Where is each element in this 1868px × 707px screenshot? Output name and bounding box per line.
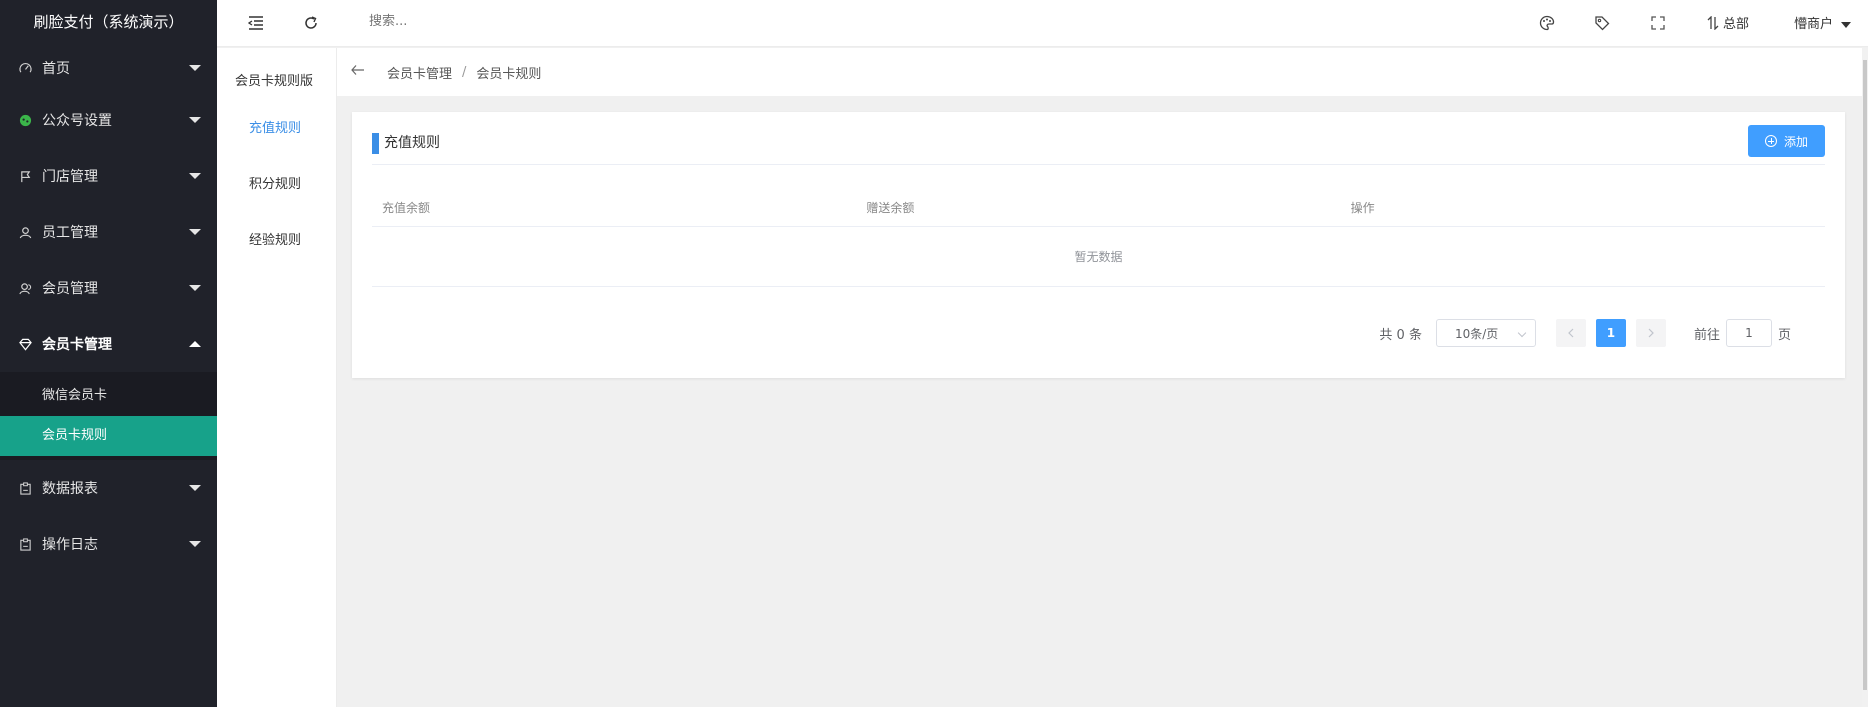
pagination: 共 0 条 10条/页 1 前往 页 bbox=[1379, 319, 1791, 347]
hq-switch[interactable]: 总部 bbox=[1723, 13, 1749, 32]
breadcrumb-current: 会员卡规则 bbox=[476, 66, 542, 82]
sidebar-item-home[interactable]: 首页 bbox=[0, 44, 217, 92]
sidebar-item-wechat-settings[interactable]: 公众号设置 bbox=[0, 92, 217, 148]
sidebar-item-label: 会员卡管理 bbox=[42, 337, 112, 353]
table-header: 充值余额 赠送余额 操作 bbox=[372, 189, 1825, 227]
sidebar-item-label: 员工管理 bbox=[42, 225, 98, 241]
submenu-item-wechat-card[interactable]: 微信会员卡 bbox=[0, 376, 217, 416]
empty-state: 暂无数据 bbox=[372, 227, 1825, 287]
column-header: 赠送余额 bbox=[866, 201, 915, 215]
goto-page-input[interactable] bbox=[1725, 319, 1772, 347]
sidebar-item-members[interactable]: 会员管理 bbox=[0, 260, 217, 316]
diamond-icon bbox=[18, 337, 32, 351]
app-title: 刷脸支付（系统演示） bbox=[33, 13, 184, 31]
recharge-rules-card: 充值规则 添加 充值余额 赠送余额 操作 暂无数据 共 0 条 10条/页 1 … bbox=[352, 112, 1845, 378]
vertical-scrollbar[interactable] bbox=[1862, 48, 1868, 707]
subnav-title: 会员卡规则版 bbox=[235, 74, 314, 89]
collapse-menu-icon[interactable] bbox=[245, 12, 267, 34]
flag-icon bbox=[18, 169, 32, 183]
breadcrumb-parent[interactable]: 会员卡管理 bbox=[387, 63, 452, 82]
user-name: 懵商户 bbox=[1794, 17, 1834, 32]
breadcrumb-separator: / bbox=[462, 64, 467, 80]
sidebar-item-stores[interactable]: 门店管理 bbox=[0, 148, 217, 204]
chevron-up-icon bbox=[189, 341, 201, 347]
sidebar-item-label: 操作日志 bbox=[42, 537, 98, 553]
top-header: 总部 懵商户 bbox=[217, 0, 1868, 47]
chevron-down-icon bbox=[189, 285, 201, 291]
caret-down-icon bbox=[1841, 21, 1852, 28]
gauge-icon bbox=[18, 61, 32, 75]
sidebar: 刷脸支付（系统演示） 首页 公众号设置 门店管理 员工管理 会员管理 会员卡管理… bbox=[0, 0, 217, 707]
back-arrow-icon[interactable] bbox=[351, 64, 373, 80]
card-header: 充值规则 添加 bbox=[372, 125, 1825, 165]
column-header: 操作 bbox=[1350, 201, 1375, 215]
users-icon bbox=[18, 281, 32, 295]
user-menu[interactable]: 懵商户 bbox=[1794, 13, 1852, 32]
page-size-value: 10条/页 bbox=[1454, 326, 1499, 341]
chevron-down-icon bbox=[189, 229, 201, 235]
add-button[interactable]: 添加 bbox=[1748, 125, 1825, 157]
tag-icon[interactable] bbox=[1591, 12, 1613, 34]
breadcrumb: 会员卡管理 / 会员卡规则 bbox=[337, 48, 1868, 96]
sidebar-item-label: 首页 bbox=[42, 61, 70, 77]
chevron-down-icon bbox=[189, 117, 201, 123]
goto-label: 前往 bbox=[1693, 327, 1720, 343]
user-icon bbox=[18, 225, 32, 239]
chevron-down-icon bbox=[1517, 328, 1527, 338]
chevron-down-icon bbox=[189, 541, 201, 547]
subnav-item-experience-rules[interactable]: 经验规则 bbox=[217, 213, 336, 269]
sidebar-item-label: 数据报表 bbox=[42, 481, 98, 497]
next-page-button[interactable] bbox=[1635, 319, 1666, 347]
fullscreen-icon[interactable] bbox=[1647, 12, 1669, 34]
add-button-label: 添加 bbox=[1783, 134, 1808, 149]
wechat-icon bbox=[18, 113, 32, 127]
sidebar-item-staff[interactable]: 员工管理 bbox=[0, 204, 217, 260]
rules-subnav: 会员卡规则版 充值规则 积分规则 经验规则 bbox=[217, 48, 337, 707]
prev-page-button[interactable] bbox=[1555, 319, 1586, 347]
total-count: 共 0 条 bbox=[1379, 327, 1422, 343]
chevron-down-icon bbox=[189, 485, 201, 491]
subnav-item-recharge-rules[interactable]: 充值规则 bbox=[217, 101, 336, 157]
sidebar-item-label: 门店管理 bbox=[42, 169, 98, 185]
search-input[interactable] bbox=[367, 13, 667, 30]
clipboard-icon bbox=[18, 481, 32, 495]
sidebar-item-reports[interactable]: 数据报表 bbox=[0, 460, 217, 516]
page-number-current[interactable]: 1 bbox=[1595, 319, 1626, 347]
chevron-down-icon bbox=[189, 65, 201, 71]
subnav-item-points-rules[interactable]: 积分规则 bbox=[217, 157, 336, 213]
scrollbar-thumb[interactable] bbox=[1863, 60, 1867, 690]
theme-icon[interactable] bbox=[1536, 12, 1558, 34]
sidebar-item-logs[interactable]: 操作日志 bbox=[0, 516, 217, 572]
switch-icon[interactable] bbox=[1705, 12, 1721, 34]
sidebar-item-member-cards[interactable]: 会员卡管理 bbox=[0, 316, 217, 372]
sidebar-item-label: 会员管理 bbox=[42, 281, 98, 297]
chevron-down-icon bbox=[189, 173, 201, 179]
submenu-item-card-rules[interactable]: 会员卡规则 bbox=[0, 416, 217, 456]
refresh-icon[interactable] bbox=[300, 12, 322, 34]
card-title: 充值规则 bbox=[372, 133, 440, 154]
log-icon bbox=[18, 537, 32, 551]
rules-table: 充值余额 赠送余额 操作 暂无数据 bbox=[372, 189, 1825, 287]
submenu-member-cards: 微信会员卡 会员卡规则 bbox=[0, 372, 217, 460]
page-unit-label: 页 bbox=[1777, 327, 1791, 343]
sidebar-item-label: 公众号设置 bbox=[42, 113, 112, 129]
page-size-select[interactable]: 10条/页 bbox=[1435, 319, 1536, 347]
column-header: 充值余额 bbox=[382, 201, 431, 215]
plus-circle-icon bbox=[1764, 135, 1777, 147]
